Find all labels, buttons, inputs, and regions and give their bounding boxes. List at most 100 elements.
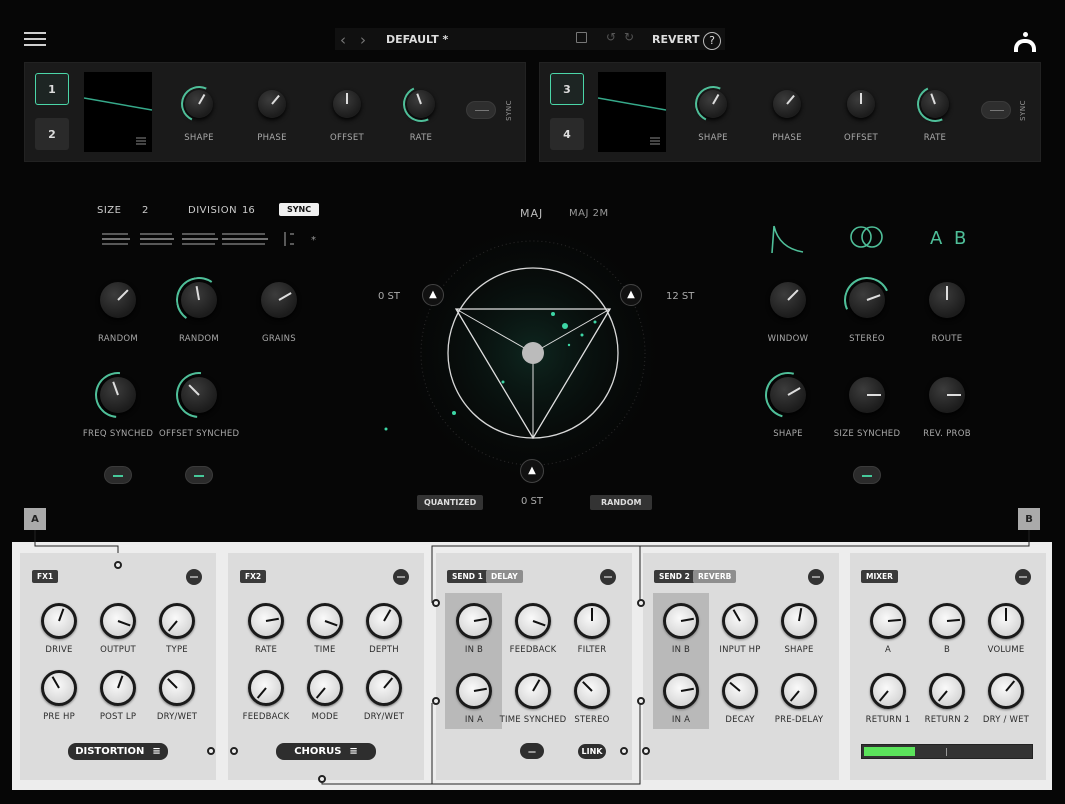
fx1-in-port[interactable]: [114, 561, 122, 569]
in-b-knob[interactable]: [456, 603, 492, 639]
mixer-drywet-knob[interactable]: [988, 673, 1024, 709]
return-1-knob[interactable]: [870, 673, 906, 709]
freq-synched-toggle[interactable]: [104, 466, 132, 484]
stereo-icon[interactable]: [848, 224, 886, 254]
offset-synched-toggle[interactable]: [185, 466, 213, 484]
pitch-circle[interactable]: [367, 213, 683, 496]
fx2-drywet-knob[interactable]: [366, 670, 402, 706]
division-value[interactable]: 16: [242, 205, 255, 216]
knob-ring: [837, 270, 897, 330]
in-a-knob[interactable]: [663, 673, 699, 709]
size-synched-toggle[interactable]: [853, 466, 881, 484]
depth-knob[interactable]: [366, 603, 402, 639]
fx1-out-port[interactable]: [207, 747, 215, 755]
window-knob[interactable]: [770, 282, 806, 318]
send1-type-tag[interactable]: DELAY: [486, 570, 523, 583]
pre-hp-knob[interactable]: [41, 670, 77, 706]
lfo-sync-toggle[interactable]: [981, 101, 1011, 119]
output-knob[interactable]: [100, 603, 136, 639]
fx1-type-selector[interactable]: DISTORTION ≡: [68, 743, 168, 760]
fx2-power-button[interactable]: [393, 569, 409, 585]
time-synched-toggle[interactable]: —: [520, 743, 544, 759]
lfo-2-button[interactable]: 2: [35, 118, 69, 150]
type-knob[interactable]: [159, 603, 195, 639]
fx1-power-button[interactable]: [186, 569, 202, 585]
route-a-tag[interactable]: A: [24, 508, 46, 530]
lfo-sync-toggle[interactable]: [466, 101, 496, 119]
send2-in-a-port[interactable]: [637, 697, 645, 705]
help-icon[interactable]: ?: [703, 32, 721, 50]
fx2-type-selector[interactable]: CHORUS ≡: [276, 743, 376, 760]
pitch-handle-right[interactable]: ▲: [620, 284, 642, 306]
send1-in-b-port[interactable]: [432, 599, 440, 607]
send1-out-port[interactable]: [620, 747, 628, 755]
time-synched-knob[interactable]: [515, 673, 551, 709]
volume-knob[interactable]: [988, 603, 1024, 639]
decay-knob[interactable]: [722, 673, 758, 709]
send2-power-button[interactable]: [808, 569, 824, 585]
stereo-knob[interactable]: [574, 673, 610, 709]
prev-preset-icon[interactable]: ‹: [340, 31, 346, 49]
fx2-in-port[interactable]: [230, 747, 238, 755]
filter-knob[interactable]: [574, 603, 610, 639]
shape-knob[interactable]: [781, 603, 817, 639]
pitch-handle-bottom[interactable]: ▲: [520, 459, 544, 483]
chord-label-2[interactable]: MAJ 2M: [569, 208, 609, 219]
mixer-power-button[interactable]: [1015, 569, 1031, 585]
drive-knob[interactable]: [41, 603, 77, 639]
route-b-tag[interactable]: B: [1018, 508, 1040, 530]
route-ab-label[interactable]: A B: [930, 228, 969, 249]
pitch-handle-left[interactable]: ▲: [422, 284, 444, 306]
knob-label: RETURN 1: [865, 715, 911, 725]
redo-icon[interactable]: ↻: [624, 30, 634, 44]
preset-name[interactable]: DEFAULT *: [386, 33, 448, 46]
in-b-knob[interactable]: [663, 603, 699, 639]
send2-in-b-port[interactable]: [637, 599, 645, 607]
lfo-1-button[interactable]: 1: [35, 73, 69, 105]
send1-in-a-port[interactable]: [432, 697, 440, 705]
mode-knob[interactable]: [307, 670, 343, 706]
fx2-out-port[interactable]: [318, 775, 326, 783]
time-knob[interactable]: [307, 603, 343, 639]
lfo-offset-knob[interactable]: [333, 90, 361, 118]
chord-label-1[interactable]: MAJ: [520, 207, 543, 220]
menu-icon[interactable]: [24, 32, 46, 50]
size-value[interactable]: 2: [142, 205, 148, 216]
lfo-offset-knob[interactable]: [847, 90, 875, 118]
input-hp-knob[interactable]: [722, 603, 758, 639]
feedback-knob[interactable]: [515, 603, 551, 639]
grains-knob[interactable]: [261, 282, 297, 318]
lfo-4-button[interactable]: 4: [550, 118, 584, 150]
window-shape-icon[interactable]: [769, 220, 805, 260]
link-button[interactable]: LINK: [578, 744, 606, 759]
knob-label: RANDOM: [97, 334, 139, 344]
pre-delay-knob[interactable]: [781, 673, 817, 709]
rate-knob[interactable]: [248, 603, 284, 639]
knob-label: FEEDBACK: [509, 645, 557, 655]
save-icon[interactable]: [576, 32, 587, 43]
lfo-phase-knob[interactable]: [773, 90, 801, 118]
send2-type-tag[interactable]: REVERB: [693, 570, 737, 583]
grain-sync-button[interactable]: SYNC: [279, 203, 320, 216]
size-synched-knob[interactable]: [849, 377, 885, 413]
lfo-phase-knob[interactable]: [258, 90, 286, 118]
knob-label: OFFSET SYNCHED: [159, 429, 240, 439]
feedback-knob[interactable]: [248, 670, 284, 706]
return-2-knob[interactable]: [929, 673, 965, 709]
mix-b-knob[interactable]: [929, 603, 965, 639]
send1-power-button[interactable]: [600, 569, 616, 585]
fx1-drywet-knob[interactable]: [159, 670, 195, 706]
revert-button[interactable]: REVERT: [652, 33, 700, 46]
in-a-knob[interactable]: [456, 673, 492, 709]
undo-icon[interactable]: ↺: [606, 30, 616, 44]
mix-a-knob[interactable]: [870, 603, 906, 639]
random-button[interactable]: RANDOM: [590, 495, 653, 510]
rev-prob-knob[interactable]: [929, 377, 965, 413]
post-lp-knob[interactable]: [100, 670, 136, 706]
route-knob[interactable]: [929, 282, 965, 318]
lfo-3-button[interactable]: 3: [550, 73, 584, 105]
random-knob-1[interactable]: [100, 282, 136, 318]
send2-out-port[interactable]: [642, 747, 650, 755]
quantized-button[interactable]: QUANTIZED: [417, 495, 484, 510]
next-preset-icon[interactable]: ›: [360, 31, 366, 49]
